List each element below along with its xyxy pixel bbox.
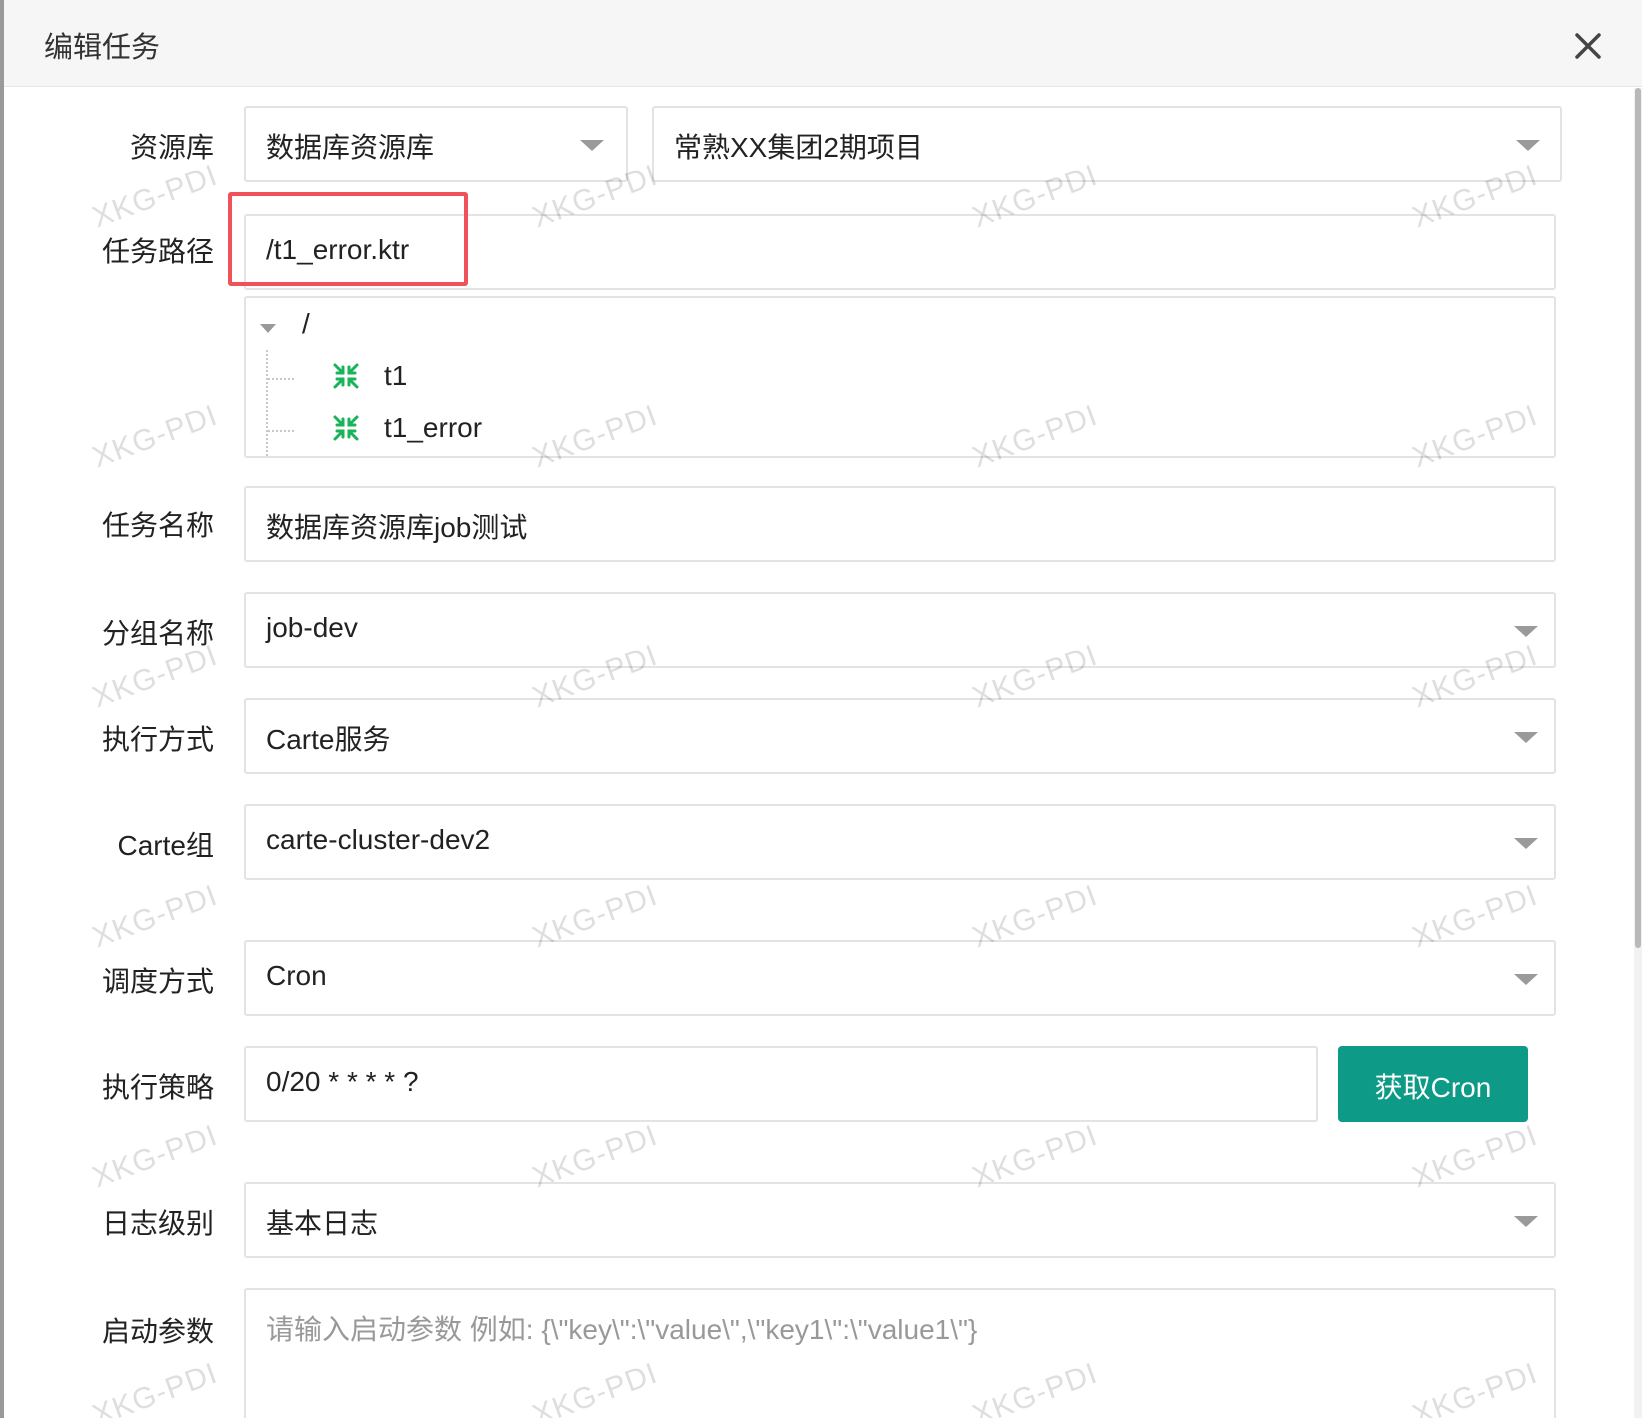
resource-type-select[interactable]: 数据库资源库 [244,106,628,182]
exec-mode-select[interactable]: Carte服务 [244,698,1556,774]
resource-project-value: 常熟XX集团2期项目 [674,132,923,163]
task-name-input[interactable]: 数据库资源库job测试 [244,486,1556,562]
group-name-label: 分组名称 [101,618,214,649]
task-name-value: 数据库资源库job测试 [266,512,528,543]
tree-branch-line [268,378,294,380]
exec-strategy-label: 执行策略 [101,1072,214,1103]
watermark: XKG-PDI [88,878,222,955]
transformation-icon [333,363,359,389]
task-name-label: 任务名称 [101,510,214,541]
tree-branch-line [268,430,294,432]
exec-mode-value: Carte服务 [266,724,391,755]
scrollbar[interactable] [1634,88,1642,1418]
start-params-label: 启动参数 [101,1316,214,1347]
close-icon [1575,33,1601,59]
schedule-mode-select[interactable]: Cron [244,940,1556,1016]
chevron-down-icon [1514,974,1538,985]
schedule-mode-label: 调度方式 [101,966,214,997]
tree-guide-line [266,350,268,456]
log-level-select[interactable]: 基本日志 [244,1182,1556,1258]
resource-label: 资源库 [129,132,214,163]
dialog-header: 编辑任务 [4,0,1642,87]
resource-type-value: 数据库资源库 [266,132,435,163]
schedule-mode-value: Cron [266,960,327,991]
chevron-down-icon [1514,1216,1538,1227]
group-name-select[interactable]: job-dev [244,592,1556,668]
chevron-down-icon [1514,838,1538,849]
log-level-value: 基本日志 [266,1208,379,1239]
tree-node-t1-error[interactable]: t1_error [332,410,592,450]
watermark: XKG-PDI [88,158,222,235]
transformation-icon [333,415,359,441]
get-cron-button-label: 获取Cron [1374,1072,1492,1103]
chevron-down-icon [1516,140,1540,151]
resource-project-select[interactable]: 常熟XX集团2期项目 [652,106,1562,182]
tree-node-label: t1_error [384,412,483,443]
watermark: XKG-PDI [88,1118,222,1195]
tree-node-t1[interactable]: t1 [332,358,592,398]
tree-collapse-toggle-icon[interactable] [260,324,276,333]
group-name-value: job-dev [266,612,358,643]
exec-strategy-value: 0/20 * * * * ? [266,1066,419,1097]
scrollbar-thumb[interactable] [1635,88,1641,948]
task-path-tree: / t1 t1_error [244,296,1556,458]
carte-group-select[interactable]: carte-cluster-dev2 [244,804,1556,880]
tree-root-label[interactable]: / [302,308,310,340]
exec-strategy-input[interactable]: 0/20 * * * * ? [244,1046,1318,1122]
get-cron-button[interactable]: 获取Cron [1338,1046,1528,1122]
chevron-down-icon [1514,626,1538,637]
watermark: XKG-PDI [88,1356,222,1418]
carte-group-value: carte-cluster-dev2 [266,824,491,855]
start-params-placeholder: 请输入启动参数 例如: {\"key\":\"value\",\"key1\":… [266,1314,978,1345]
chevron-down-icon [1514,732,1538,743]
edit-task-dialog: 编辑任务 资源库 数据库资源库 常熟XX集团2期项目 任务路径 / t1_erro… [4,0,1642,1418]
carte-group-label: Carte组 [117,830,214,861]
tree-node-label: t1 [384,360,408,391]
dialog-title: 编辑任务 [44,32,161,64]
chevron-down-icon [580,140,604,151]
start-params-textarea[interactable]: 请输入启动参数 例如: {\"key\":\"value\",\"key1\":… [244,1288,1556,1418]
close-button[interactable] [1568,26,1608,66]
highlight-box [228,192,468,286]
task-path-label: 任务路径 [101,236,214,267]
log-level-label: 日志级别 [101,1208,214,1239]
watermark: XKG-PDI [88,398,222,475]
exec-mode-label: 执行方式 [101,724,214,755]
